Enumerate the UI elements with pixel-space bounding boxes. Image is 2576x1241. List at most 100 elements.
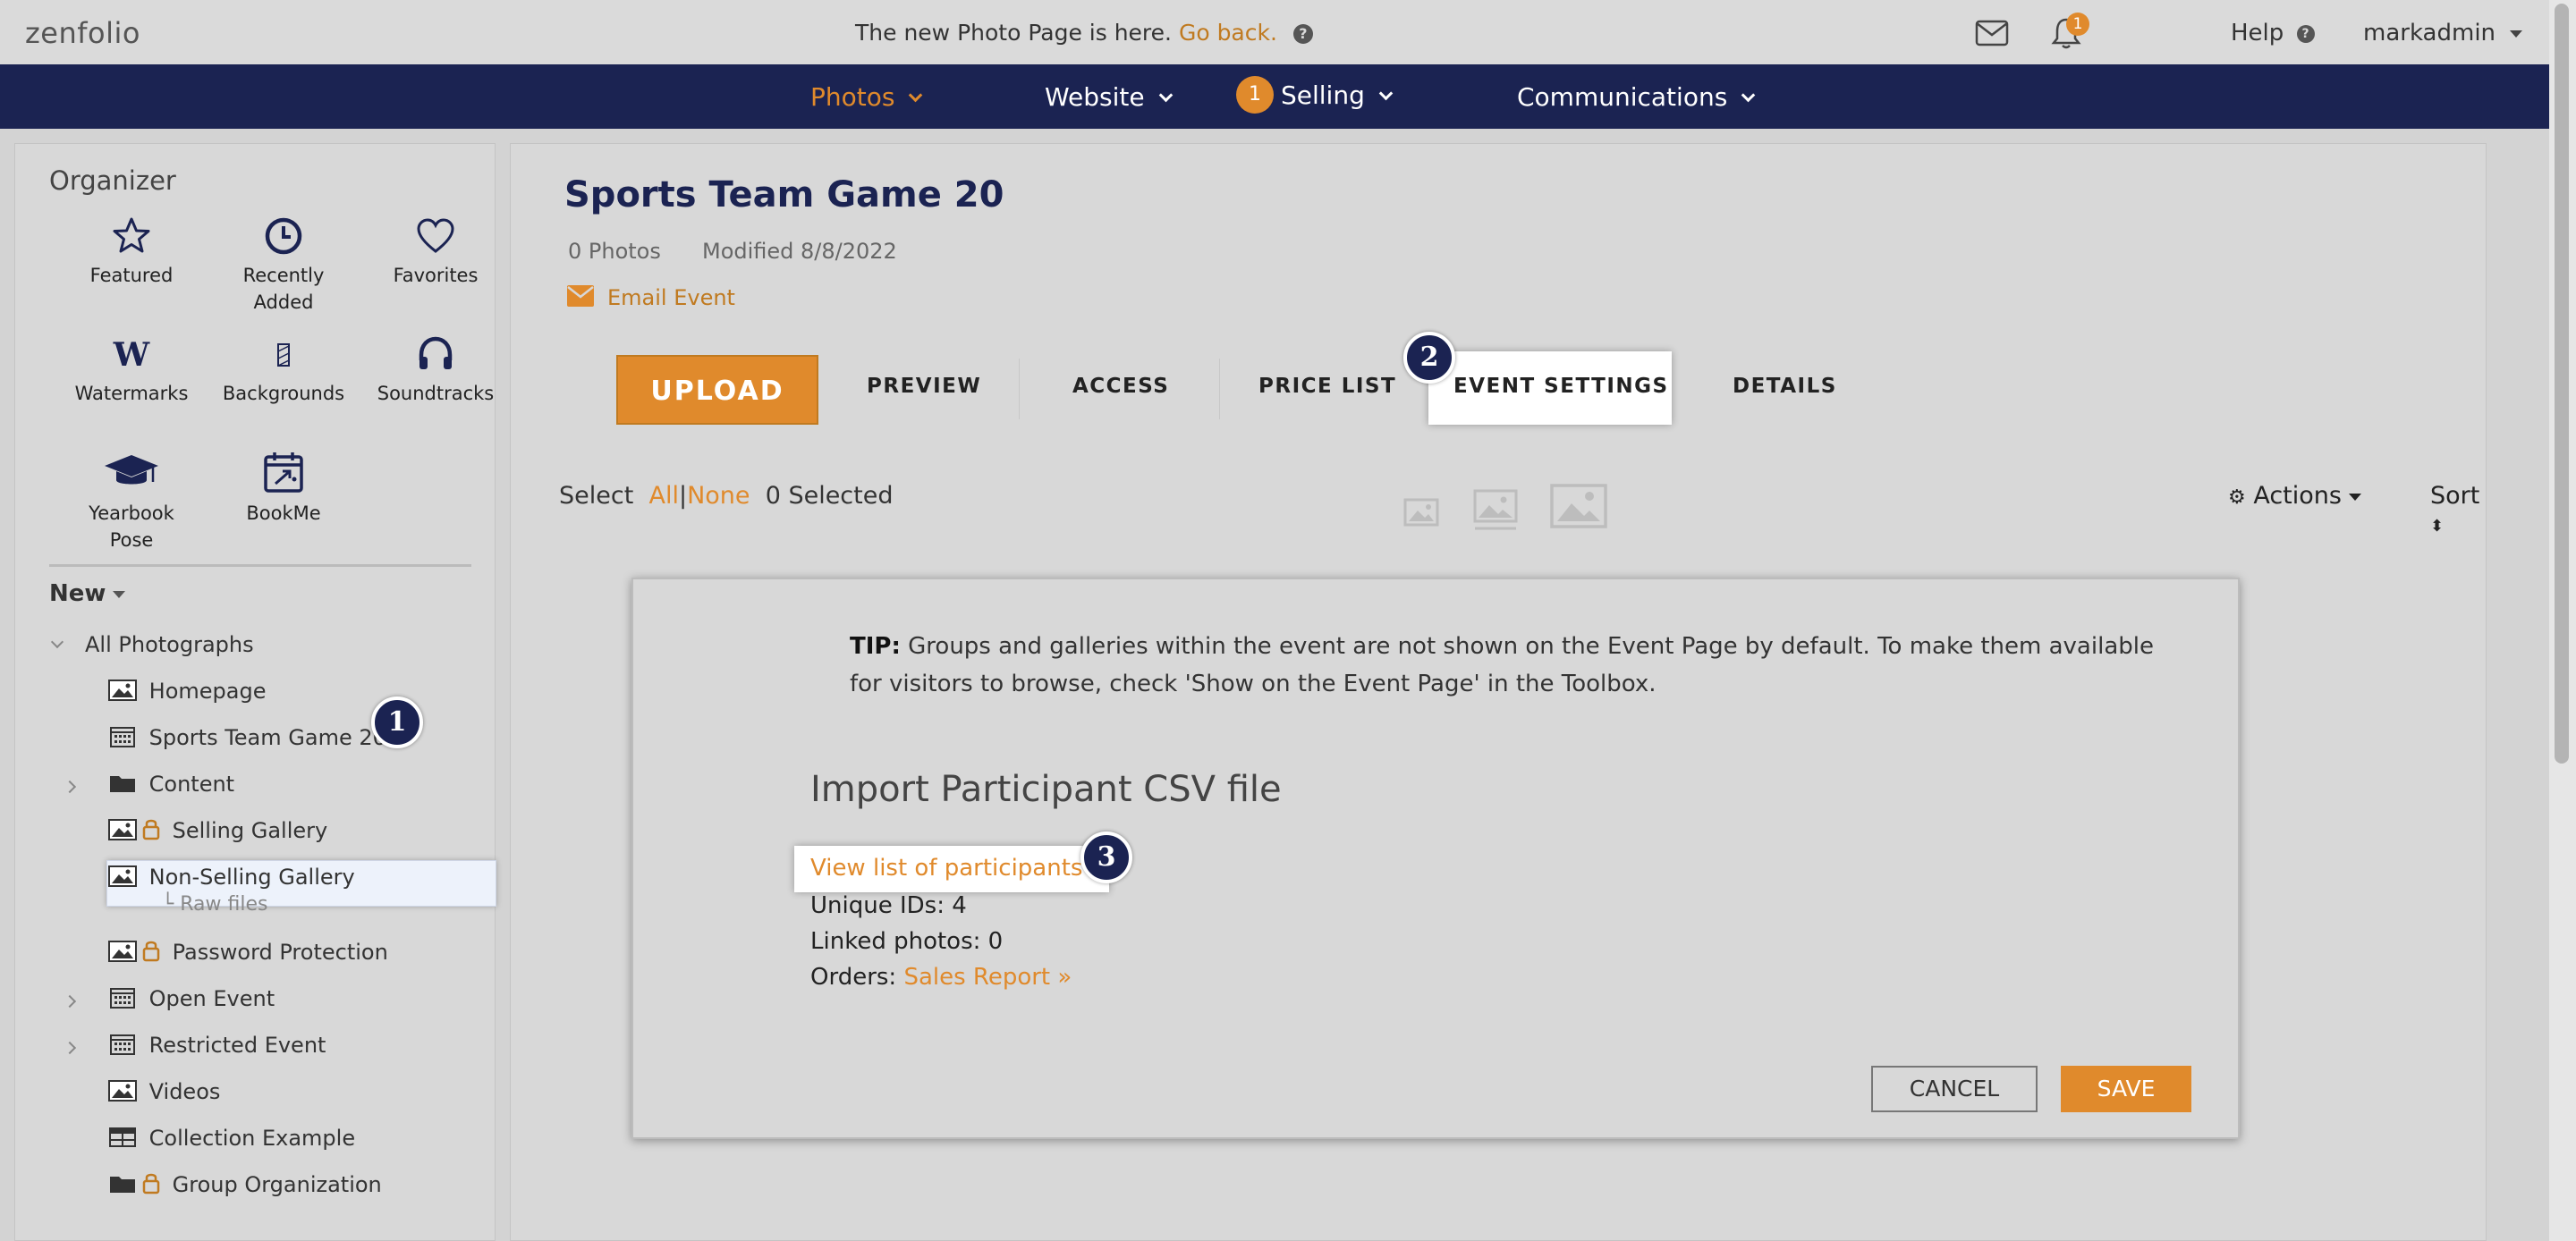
nav-photos[interactable]: Photos — [810, 82, 923, 112]
nav-selling-label: Selling — [1281, 80, 1365, 110]
view-participants-link[interactable]: View list of participants » — [810, 855, 1105, 882]
sales-report-link[interactable]: Sales Report » — [903, 964, 1072, 991]
tool-soundtracks[interactable]: Soundtracks — [364, 333, 507, 407]
tree-label: Collection Example — [148, 1126, 356, 1151]
raw-files-subitem[interactable]: └ Raw files — [162, 893, 268, 916]
tree-open-event[interactable]: Open Event — [108, 983, 275, 1015]
chevron-down-icon — [1741, 88, 1756, 103]
expand-chevron-icon[interactable] — [63, 780, 77, 794]
tool-watermarks[interactable]: W Watermarks — [60, 333, 203, 407]
photo-page-notice: The new Photo Page is here. Go back. ? — [855, 20, 1313, 46]
organizer-title: Organizer — [49, 165, 176, 196]
question-icon[interactable]: ? — [1292, 24, 1313, 44]
tree-sports-team-game[interactable]: Sports Team Game 20 — [108, 722, 386, 754]
expand-chevron-icon[interactable] — [63, 994, 77, 1009]
selected-count: 0 Selected — [765, 482, 894, 510]
tool-label: Recently Added — [242, 265, 325, 313]
new-label: New — [49, 580, 106, 607]
nav-selling[interactable]: 1 Selling — [1236, 76, 1394, 115]
tip-text: Groups and galleries within the event ar… — [850, 633, 2154, 697]
tree-restricted-event[interactable]: Restricted Event — [108, 1029, 326, 1061]
select-all-link[interactable]: All — [648, 482, 678, 510]
tool-backgrounds[interactable]: Backgrounds — [212, 333, 355, 407]
go-back-link[interactable]: Go back. — [1179, 20, 1277, 46]
background-icon — [277, 343, 290, 367]
gallery-icon — [108, 1080, 137, 1102]
help-question-icon: ? — [2296, 24, 2315, 43]
event-settings-dialog: TIP: Groups and galleries within the eve… — [631, 578, 2240, 1139]
tree-label: Non-Selling Gallery — [148, 865, 355, 890]
mail-icon[interactable] — [1975, 20, 2009, 46]
expand-chevron-icon[interactable] — [63, 1041, 77, 1055]
callout-marker-1: 1 — [371, 696, 423, 748]
chevron-down-icon — [1378, 86, 1394, 101]
help-label: Help — [2231, 20, 2284, 46]
top-bar: zenfolio The new Photo Page is here. Go … — [0, 0, 2549, 64]
caret-down-icon — [2348, 493, 2361, 501]
tool-label: BookMe — [246, 502, 321, 524]
callout-marker-3: 3 — [1080, 832, 1132, 883]
select-none-link[interactable]: None — [687, 482, 750, 510]
nav-communications[interactable]: Communications — [1517, 82, 1756, 112]
tree-content[interactable]: Content — [108, 768, 234, 800]
tree-label: Restricted Event — [148, 1033, 326, 1058]
tool-favorites[interactable]: Favorites — [364, 215, 507, 289]
folder-icon — [110, 1177, 135, 1193]
tree-collection-example[interactable]: Collection Example — [108, 1122, 355, 1154]
sort-menu[interactable]: Sort ⬍ — [2430, 482, 2486, 537]
raw-files-label: Raw files — [180, 893, 268, 916]
tree-group-organization[interactable]: Group Organization — [108, 1169, 382, 1201]
sort-label: Sort — [2430, 482, 2480, 510]
tree-password-protection[interactable]: Password Protection — [108, 936, 388, 968]
medium-thumbnail-view-icon[interactable] — [1473, 489, 1518, 532]
chevron-down-icon — [909, 88, 923, 103]
email-event-link[interactable]: Email Event — [566, 285, 735, 310]
calendar-icon — [264, 452, 303, 493]
large-thumbnail-view-icon[interactable] — [1550, 484, 1607, 528]
nav-website[interactable]: Website — [1045, 82, 1173, 112]
gallery-icon — [108, 680, 137, 701]
actions-label: Actions — [2253, 482, 2342, 510]
tool-yearbook-pose[interactable]: Yearbook Pose — [60, 450, 203, 553]
selection-controls: Select All|None 0 Selected — [559, 482, 894, 510]
tree-all-photographs[interactable]: All Photographs — [85, 629, 254, 661]
save-button[interactable]: SAVE — [2061, 1066, 2191, 1112]
upload-button[interactable]: UPLOAD — [616, 355, 818, 425]
tree-homepage[interactable]: Homepage — [108, 675, 266, 707]
zenfolio-logo[interactable]: zenfolio — [25, 16, 140, 50]
callout-marker-2: 2 — [1403, 332, 1455, 384]
tool-recently-added[interactable]: Recently Added — [212, 215, 355, 316]
small-thumbnail-view-icon[interactable] — [1403, 498, 1439, 528]
event-calendar-icon — [110, 988, 135, 1009]
gear-icon: ⚙ — [2228, 486, 2246, 509]
tree-videos[interactable]: Videos — [108, 1076, 220, 1108]
tab-access[interactable]: ACCESS — [1072, 375, 1169, 398]
tree-selling-gallery[interactable]: Selling Gallery — [108, 815, 327, 847]
tool-label: Yearbook Pose — [89, 502, 174, 551]
user-menu[interactable]: markadmin — [2363, 20, 2523, 46]
tab-price-list[interactable]: PRICE LIST — [1258, 375, 1396, 398]
event-calendar-icon — [110, 727, 135, 747]
tree-label: Password Protection — [172, 940, 388, 965]
tool-bookme[interactable]: BookMe — [212, 450, 355, 527]
notification-badge: 1 — [2066, 13, 2089, 36]
tool-featured[interactable]: Featured — [60, 215, 203, 289]
collapse-chevron-icon[interactable] — [50, 635, 64, 649]
new-menu[interactable]: New — [49, 580, 126, 607]
watermark-icon: W — [113, 336, 150, 374]
scrollbar-thumb[interactable] — [2555, 4, 2569, 764]
nav-communications-label: Communications — [1517, 82, 1728, 112]
username: markadmin — [2363, 20, 2496, 46]
sort-arrows-icon: ⬍ — [2430, 517, 2445, 536]
tab-details[interactable]: DETAILS — [1733, 375, 1837, 398]
tool-label: Favorites — [393, 265, 479, 286]
cancel-button[interactable]: CANCEL — [1871, 1066, 2038, 1112]
tab-event-settings[interactable]: EVENT SETTINGS — [1453, 375, 1669, 398]
page-scrollbar[interactable] — [2549, 0, 2576, 1241]
tree-non-selling-gallery[interactable]: Non-Selling Gallery — [108, 861, 355, 893]
selling-badge: 1 — [1236, 76, 1274, 114]
tab-preview[interactable]: PREVIEW — [867, 375, 981, 398]
gallery-icon — [108, 941, 137, 962]
help-menu[interactable]: Help ? — [2231, 20, 2315, 46]
actions-menu[interactable]: ⚙ Actions — [2228, 482, 2361, 510]
